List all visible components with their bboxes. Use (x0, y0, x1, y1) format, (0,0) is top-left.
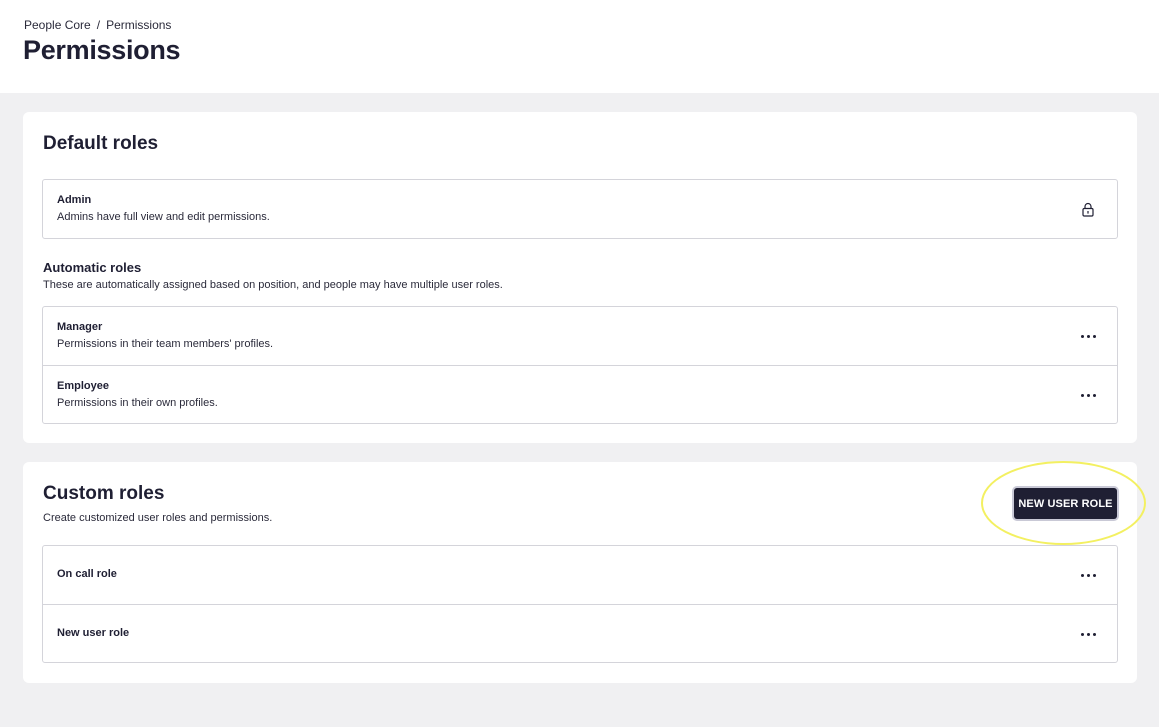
list-item[interactable]: Manager Permissions in their team member… (43, 307, 1117, 365)
list-item[interactable]: Employee Permissions in their own profil… (43, 365, 1117, 423)
page-title: Permissions (23, 35, 181, 65)
breadcrumb: People Core / Permissions (24, 18, 171, 32)
more-options-icon[interactable] (1079, 386, 1097, 404)
more-options-icon[interactable] (1079, 566, 1097, 584)
breadcrumb-current: Permissions (106, 18, 172, 32)
role-name: Admin (57, 194, 92, 206)
role-description: Permissions in their own profiles. (57, 397, 218, 409)
default-roles-title: Default roles (43, 133, 159, 154)
role-name: Employee (57, 380, 109, 392)
list-item[interactable]: New user role (43, 604, 1117, 662)
default-roles-card: Default roles Admin Admins have full vie… (23, 112, 1137, 443)
breadcrumb-parent-link[interactable]: People Core (24, 18, 91, 32)
automatic-roles-list: Manager Permissions in their team member… (42, 306, 1118, 424)
more-options-icon[interactable] (1079, 625, 1097, 643)
automatic-roles-description: These are automatically assigned based o… (43, 279, 503, 291)
role-name: New user role (57, 627, 130, 639)
breadcrumb-separator: / (96, 18, 101, 32)
admin-role-row[interactable]: Admin Admins have full view and edit per… (43, 180, 1117, 238)
role-description: Permissions in their team members' profi… (57, 338, 274, 350)
list-item[interactable]: On call role (43, 546, 1117, 604)
more-options-icon[interactable] (1079, 327, 1097, 345)
role-name: On call role (57, 568, 117, 580)
custom-roles-card: Custom roles Create customized user role… (23, 461, 1146, 683)
lock-icon (1079, 200, 1097, 218)
role-description: Admins have full view and edit permissio… (57, 211, 270, 223)
custom-roles-title: Custom roles (43, 483, 165, 504)
custom-roles-list: On call role New user role (42, 545, 1118, 663)
automatic-roles-title: Automatic roles (43, 260, 142, 275)
role-name: Manager (57, 321, 103, 333)
custom-roles-description: Create customized user roles and permiss… (43, 512, 273, 524)
new-user-role-button[interactable]: NEW USER ROLE (1014, 488, 1117, 519)
admin-role-box: Admin Admins have full view and edit per… (42, 179, 1118, 239)
page-header: People Core / Permissions Permissions (0, 0, 1159, 93)
